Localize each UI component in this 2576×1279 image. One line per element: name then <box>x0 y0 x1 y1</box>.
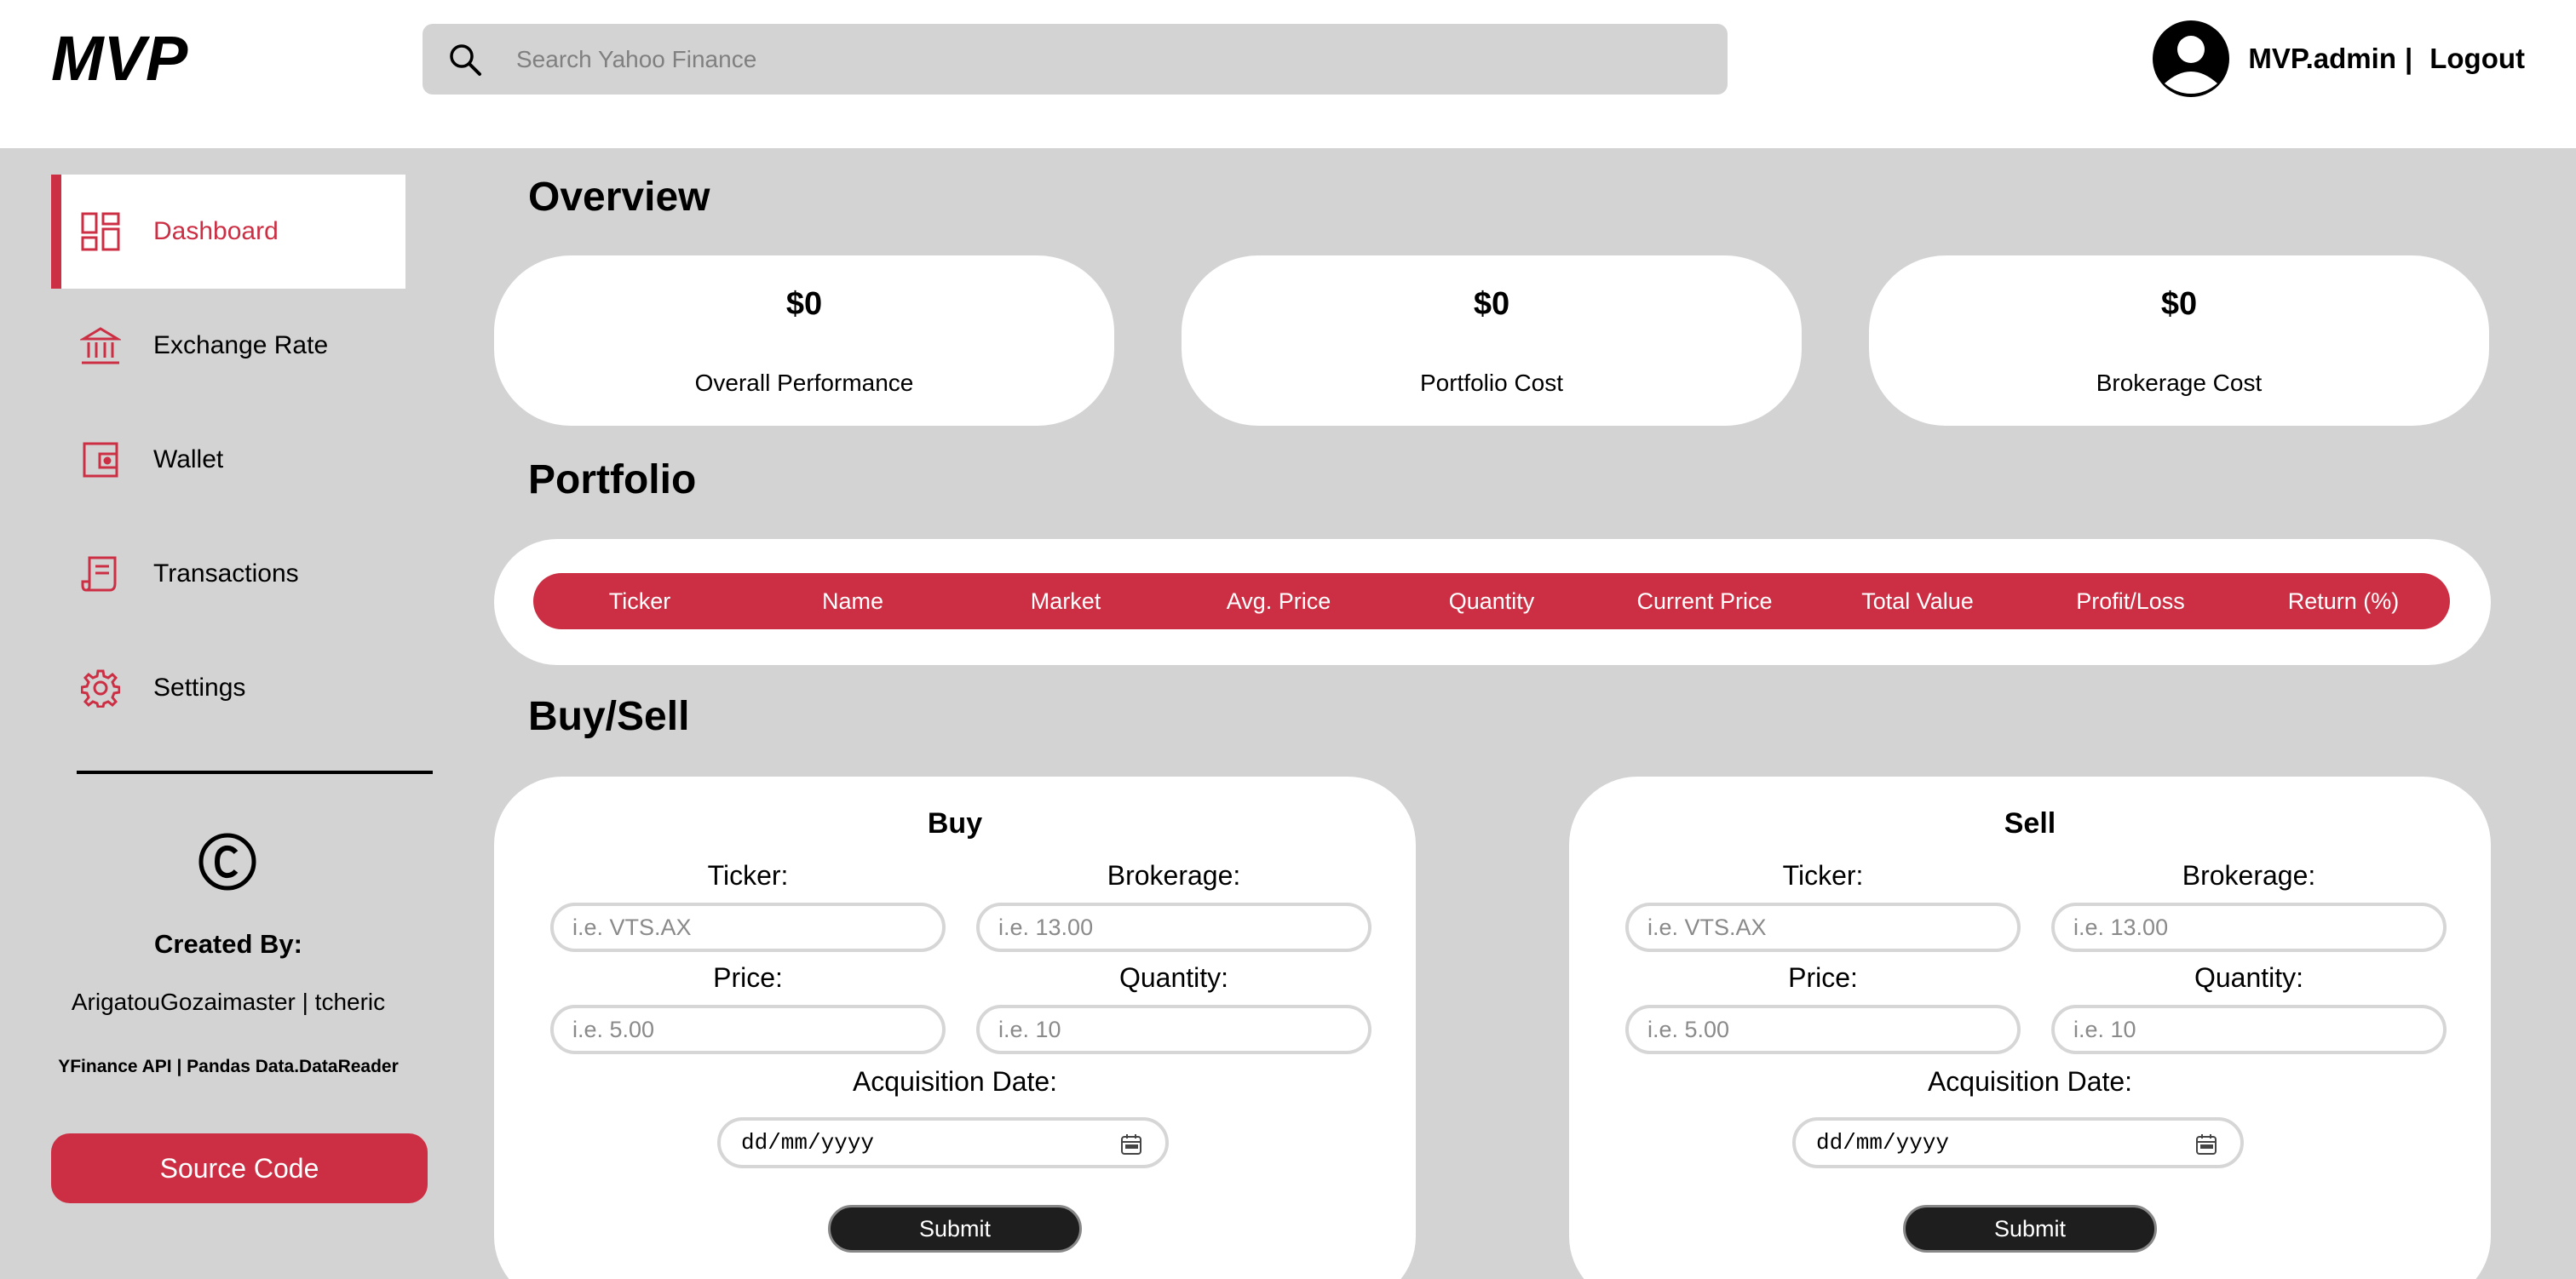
buy-form-title: Buy <box>927 807 983 840</box>
sidebar-item-label: Dashboard <box>153 217 279 245</box>
buy-form: Buy Ticker: Brokerage: Price: Quantity: … <box>494 777 1416 1279</box>
sell-date-placeholder: dd/mm/yyyy <box>1816 1130 1950 1156</box>
sidebar-divider <box>77 771 433 774</box>
sidebar-item-wallet[interactable]: Wallet <box>51 403 405 517</box>
sell-form-title: Sell <box>2004 807 2056 840</box>
sidebar-item-label: Settings <box>153 674 246 702</box>
buy-brokerage-input[interactable] <box>976 903 1371 952</box>
sidebar-item-dashboard[interactable]: Dashboard <box>51 175 405 289</box>
brokerage-cost-value: $0 <box>2160 286 2198 322</box>
search-icon[interactable] <box>446 41 484 78</box>
overview-card-performance: $0 Overall Performance <box>494 255 1114 426</box>
mvp-logo[interactable]: MVP <box>51 29 247 89</box>
buy-date-placeholder: dd/mm/yyyy <box>741 1130 875 1156</box>
sell-brokerage-label: Brokerage: <box>2182 860 2316 891</box>
source-code-button[interactable]: Source Code <box>51 1133 428 1203</box>
sell-date-label: Acquisition Date: <box>1927 1066 2133 1097</box>
overall-performance-value: $0 <box>785 286 823 322</box>
sell-submit-button[interactable]: Submit <box>1903 1205 2157 1253</box>
created-by-label: Created By: <box>154 929 302 959</box>
sell-ticker-label: Ticker: <box>1782 860 1864 891</box>
dashboard-icon <box>80 211 121 252</box>
search-input[interactable] <box>516 24 1692 95</box>
sidebar-item-exchange-rate[interactable]: Exchange Rate <box>51 289 405 403</box>
brokerage-cost-label: Brokerage Cost <box>2096 370 2263 396</box>
buysell-title: Buy/Sell <box>528 694 690 739</box>
sidebar-item-transactions[interactable]: Transactions <box>51 517 405 631</box>
buy-ticker-input[interactable] <box>550 903 946 952</box>
portfolio-table: Ticker Name Market Avg. Price Quantity C… <box>494 539 2491 665</box>
buy-date-label: Acquisition Date: <box>852 1066 1058 1097</box>
column-current-price: Current Price <box>1636 588 1773 614</box>
sell-form: Sell Ticker: Brokerage: Price: Quantity:… <box>1569 777 2491 1279</box>
logo-text: MVP <box>51 29 188 89</box>
wallet-icon <box>80 439 121 480</box>
buy-date-input[interactable]: dd/mm/yyyy <box>717 1117 1169 1168</box>
sidebar-item-settings[interactable]: Settings <box>51 631 405 745</box>
sell-ticker-input[interactable] <box>1625 903 2021 952</box>
avatar-icon[interactable] <box>2153 20 2230 97</box>
buy-ticker-label: Ticker: <box>707 860 789 891</box>
buy-submit-button[interactable]: Submit <box>828 1205 1082 1253</box>
logout-link[interactable]: Logout <box>2429 43 2525 75</box>
sell-quantity-input[interactable] <box>2051 1005 2447 1054</box>
receipt-icon <box>80 553 121 594</box>
buy-brokerage-label: Brokerage: <box>1107 860 1241 891</box>
authors-text: ArigatouGozaimaster | tcheric <box>71 989 386 1015</box>
portfolio-cost-value: $0 <box>1473 286 1510 322</box>
sell-price-label: Price: <box>1788 962 1858 993</box>
buy-quantity-input[interactable] <box>976 1005 1371 1054</box>
sidebar-item-label: Transactions <box>153 559 299 588</box>
user-separator: | <box>2404 43 2413 74</box>
top-bar: MVP MVP.admin | Logout <box>0 0 2576 148</box>
calendar-icon[interactable] <box>2194 1133 2218 1156</box>
portfolio-cost-label: Portfolio Cost <box>1419 370 1564 396</box>
sell-quantity-label: Quantity: <box>2194 962 2304 993</box>
sidebar-item-label: Wallet <box>153 445 224 473</box>
column-total-value: Total Value <box>1861 588 1974 614</box>
user-name: MVP.admin <box>2248 43 2396 74</box>
sidebar: Dashboard Exchange Rate Wallet Transacti… <box>51 175 434 1203</box>
buy-price-input[interactable] <box>550 1005 946 1054</box>
overview-card-brokerage-cost: $0 Brokerage Cost <box>1869 255 2489 426</box>
calendar-icon[interactable] <box>1119 1133 1143 1156</box>
buy-quantity-label: Quantity: <box>1118 962 1229 993</box>
portfolio-title: Portfolio <box>528 457 697 502</box>
column-ticker: Ticker <box>608 588 671 614</box>
sidebar-item-label: Exchange Rate <box>153 331 329 359</box>
sell-date-input[interactable]: dd/mm/yyyy <box>1792 1117 2244 1168</box>
overview-title: Overview <box>528 175 710 220</box>
overall-performance-label: Overall Performance <box>694 370 914 396</box>
column-return: Return (%) <box>2287 588 2400 614</box>
column-market: Market <box>1030 588 1101 614</box>
buy-price-label: Price: <box>713 962 783 993</box>
portfolio-header-row: Ticker Name Market Avg. Price Quantity C… <box>533 573 2450 629</box>
search-bar[interactable] <box>423 24 1728 95</box>
column-profit-loss: Profit/Loss <box>2076 588 2185 614</box>
apis-text: YFinance API | Pandas Data.DataReader <box>58 1057 399 1076</box>
bank-icon <box>80 325 121 366</box>
gear-icon <box>80 668 121 708</box>
column-avg-price: Avg. Price <box>1226 588 1331 614</box>
column-name: Name <box>821 588 884 614</box>
overview-card-portfolio-cost: $0 Portfolio Cost <box>1182 255 1802 426</box>
user-area: MVP.admin | Logout <box>2153 20 2525 97</box>
column-quantity: Quantity <box>1448 588 1535 614</box>
sell-brokerage-input[interactable] <box>2051 903 2447 952</box>
sell-price-input[interactable] <box>1625 1005 2021 1054</box>
copyright-icon <box>198 833 256 891</box>
